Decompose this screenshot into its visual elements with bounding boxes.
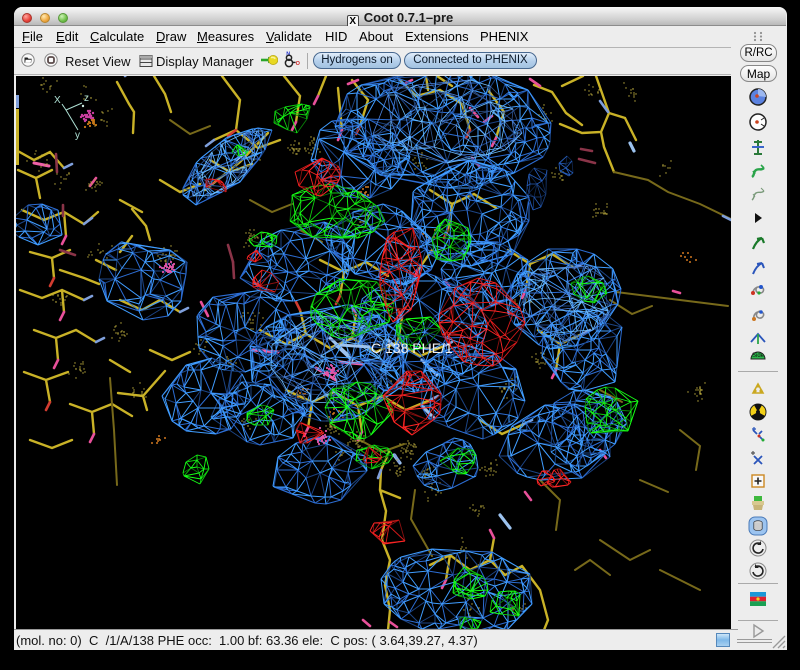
svg-text:X: X (54, 95, 61, 106)
svg-text:C 138 PHE/1: C 138 PHE/1 (371, 340, 453, 356)
svg-text:O: O (296, 61, 301, 67)
svg-text:Side: Side (752, 353, 765, 359)
svg-text:z: z (84, 93, 89, 104)
svg-text:y: y (75, 130, 80, 141)
